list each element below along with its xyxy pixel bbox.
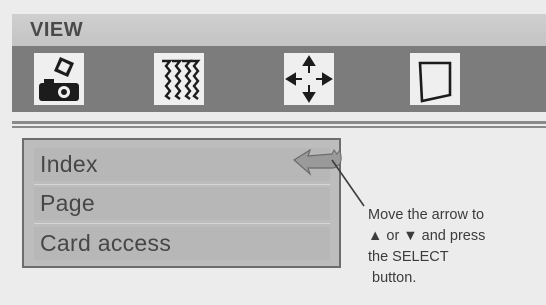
menu-item-card-access[interactable]: Card access <box>34 227 330 260</box>
callout-line-4: button. <box>372 270 417 286</box>
menu-item-index[interactable]: Index <box>34 148 330 181</box>
instruction-callout: Move the arrow to ▲ or ▼ and press the S… <box>368 205 546 289</box>
selection-pointer-icon <box>292 148 365 207</box>
zigzag-pattern-icon[interactable] <box>154 53 204 105</box>
move-arrows-icon[interactable] <box>284 53 334 105</box>
menu-separator <box>34 184 330 185</box>
keystone-frame-icon[interactable] <box>410 53 460 105</box>
menu-item-page[interactable]: Page <box>34 187 330 220</box>
menu-separator <box>34 223 330 224</box>
callout-leader-line <box>331 159 365 207</box>
divider <box>12 121 546 128</box>
icon-toolbar <box>12 46 546 112</box>
header-title: VIEW <box>30 19 84 41</box>
callout-line-2: ▲ or ▼ and press <box>368 228 486 244</box>
callout-line-1: Move the arrow to <box>368 207 485 223</box>
projector-adjust-icon[interactable] <box>34 53 84 105</box>
view-header: VIEW <box>12 14 546 46</box>
callout-line-3: the SELECT <box>368 249 449 265</box>
